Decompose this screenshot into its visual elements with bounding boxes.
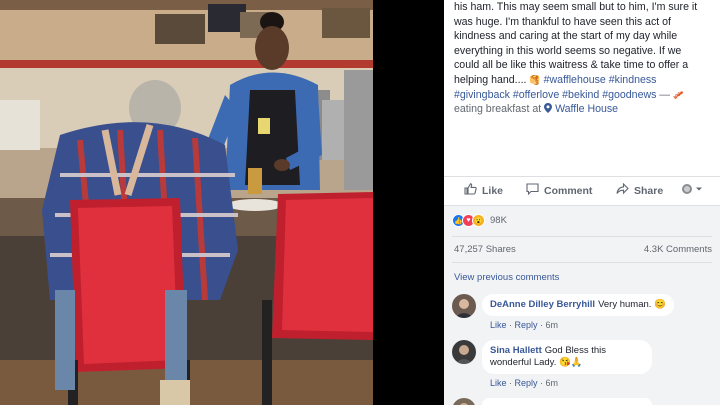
comment-bubble <box>482 398 652 405</box>
place-link[interactable]: Waffle House <box>555 103 618 115</box>
viewer-gap <box>373 0 444 405</box>
hashtag-links[interactable]: #givingback #offerlove #bekind #goodnews <box>454 89 656 101</box>
comment-item: DeAnne Dilley Berryhill Very human. 😊 Lik… <box>452 294 716 334</box>
caption-line: was huge. I'm thankful to have seen this… <box>454 15 671 28</box>
globe-audience-icon <box>681 183 708 198</box>
comment-text: Very human. <box>598 299 652 310</box>
post-caption: his ham. This may seem small but to him,… <box>454 0 716 117</box>
share-label: Share <box>634 184 664 197</box>
reaction-count: 98K <box>490 215 507 226</box>
pancake-emoji-icon: 🥞 <box>529 74 541 85</box>
divider <box>452 236 712 237</box>
post-actions-bar: Like Comment Share <box>444 178 720 202</box>
like-label: Like <box>482 184 504 197</box>
comment-label: Comment <box>544 184 593 197</box>
hashtag-links[interactable]: #wafflehouse #kindness <box>544 74 657 86</box>
like-button[interactable]: Like <box>464 183 503 198</box>
post-photo[interactable] <box>0 0 373 405</box>
comment-meta: Like · Reply · 6m <box>490 378 559 388</box>
reactions-summary[interactable]: 👍 ♥ 😮 98K <box>452 214 507 227</box>
caption-text: helping hand.... <box>454 73 530 86</box>
caption-line: kindness and caring at the start of my d… <box>454 30 678 43</box>
avatar[interactable] <box>452 294 476 318</box>
photo-illustration <box>0 0 373 405</box>
comment-time[interactable]: 6m <box>546 378 559 388</box>
divider <box>452 262 712 263</box>
wow-reaction-icon: 😮 <box>472 214 485 227</box>
share-button[interactable]: Share <box>616 182 664 198</box>
caption-line: helping hand.... 🥞 #wafflehouse #kindnes… <box>454 73 716 88</box>
post-side-panel: his ham. This may seem small but to him,… <box>444 0 720 405</box>
comment-button[interactable]: Comment <box>526 183 592 198</box>
avatar[interactable] <box>452 340 476 364</box>
view-previous-comments-link[interactable]: View previous comments <box>454 272 559 283</box>
breakfast-emoji-icon: 🥓 <box>672 89 685 100</box>
feeling-text: eating breakfast at <box>454 103 545 116</box>
divider <box>444 176 720 177</box>
shares-count[interactable]: 47,257 Shares <box>454 244 516 255</box>
comment-like-link[interactable]: Like <box>490 378 507 388</box>
comments-count[interactable]: 4.3K Comments <box>644 244 712 255</box>
speech-bubble-icon <box>526 183 544 198</box>
comment-item: Sina Hallett God Bless this wonderful Lad… <box>452 340 716 396</box>
audience-selector[interactable] <box>681 183 708 198</box>
caption-line: his ham. This may seem small but to him,… <box>454 1 698 13</box>
comment-bubble: DeAnne Dilley Berryhill Very human. 😊 <box>482 294 674 316</box>
caption-line: everything in this world seems so negati… <box>454 44 682 57</box>
commenter-name[interactable]: Sina Hallett <box>490 345 542 356</box>
share-arrow-icon <box>616 182 634 198</box>
comment-reply-link[interactable]: Reply <box>515 378 538 388</box>
comment-meta: Like · Reply · 6m <box>490 320 559 330</box>
comment-time[interactable]: 6m <box>546 320 559 330</box>
comment-bubble: Sina Hallett God Bless this wonderful Lad… <box>482 340 652 374</box>
caption-dash: — <box>656 88 673 101</box>
caption-line: eating breakfast at Waffle House <box>454 102 716 117</box>
commenter-name[interactable]: DeAnne Dilley Berryhill <box>490 299 595 310</box>
avatar[interactable] <box>452 398 476 405</box>
caption-line: #givingback #offerlove #bekind #goodnews… <box>454 88 716 103</box>
location-pin-icon <box>544 103 555 115</box>
comment-reply-link[interactable]: Reply <box>515 320 538 330</box>
post-stats: 47,257 Shares 4.3K Comments <box>454 244 712 255</box>
comment-item <box>452 398 716 405</box>
kiss-pray-emoji-icon: 😘🙏 <box>559 357 583 368</box>
caption-line: could all be like this waitress & take t… <box>454 59 689 72</box>
thumbs-up-icon <box>464 183 482 198</box>
smile-emoji-icon: 😊 <box>654 299 666 310</box>
comment-like-link[interactable]: Like <box>490 320 507 330</box>
